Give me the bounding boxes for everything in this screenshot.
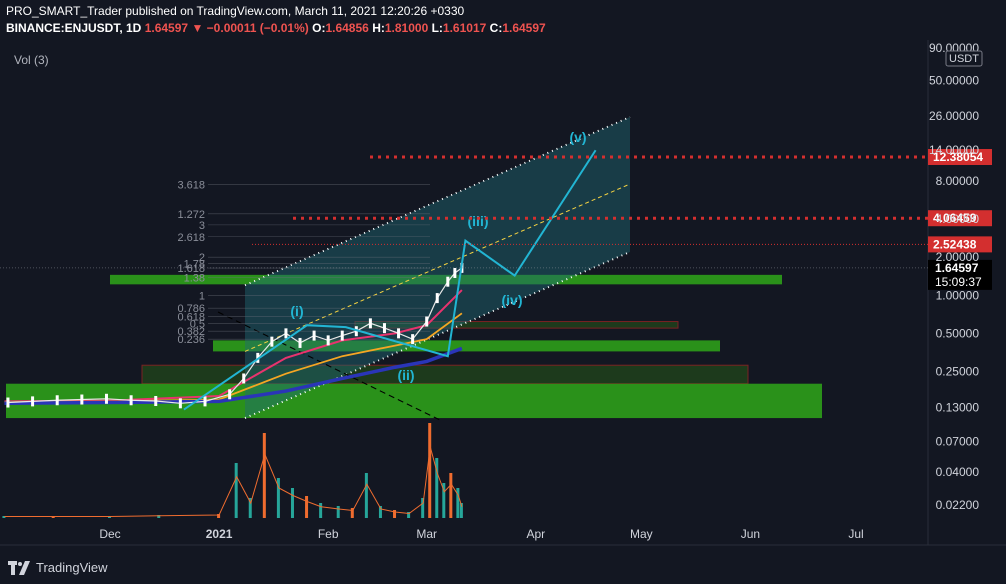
change-arrow-icon: ▼ <box>191 21 204 35</box>
candle <box>129 395 133 406</box>
y-tick-label: 0.13000 <box>936 400 980 414</box>
volume-bar <box>336 506 340 518</box>
candle <box>411 334 415 345</box>
candle <box>203 396 207 407</box>
fib-label: 0.236 <box>177 334 205 346</box>
symbol[interactable]: BINANCE:ENJUSDT, 1D <box>6 21 141 35</box>
symbol-line: BINANCE:ENJUSDT, 1D 1.64597 ▼ −0.00011 (… <box>6 20 546 37</box>
fib-label: 1.38 <box>184 273 205 285</box>
wave-label: (iii) <box>468 213 489 229</box>
candle <box>326 335 330 346</box>
candle <box>55 395 59 406</box>
x-tick-label: Feb <box>318 527 339 541</box>
candle <box>340 330 344 341</box>
open-label: O: <box>312 21 326 35</box>
candle <box>284 328 288 339</box>
y-tick-label: 0.07000 <box>936 434 980 448</box>
fib-label: 3.618 <box>177 180 205 192</box>
high-value: 1.81000 <box>384 21 429 35</box>
x-axis[interactable]: Dec 2021 Feb Mar Apr May Jun Jul <box>99 527 863 541</box>
low-label: L: <box>431 21 443 35</box>
close-value: 1.64597 <box>502 21 546 35</box>
wave-label: (iv) <box>502 292 523 308</box>
candle <box>104 393 108 404</box>
volume-indicator-label[interactable]: Vol (3) <box>14 53 49 67</box>
currency-badge: USDT <box>949 53 979 65</box>
low-value: 1.61017 <box>442 21 487 35</box>
fib-label: 2.618 <box>177 232 205 244</box>
y-tick-label: 0.02200 <box>936 498 980 512</box>
chart-canvas: 3.6181.27232.61821.781.6181.3810.7860.61… <box>0 40 1006 546</box>
zone-lower-dark <box>141 364 749 385</box>
candle <box>31 396 35 407</box>
volume-bar <box>262 433 266 518</box>
y-tick-label: 14.00000 <box>929 143 979 157</box>
x-tick-label: Dec <box>99 527 120 541</box>
open-value: 1.64856 <box>325 21 369 35</box>
volume-bar <box>290 488 294 518</box>
x-tick-label: May <box>630 527 653 541</box>
candle <box>397 328 401 339</box>
wave-label: (v) <box>569 129 586 145</box>
candle <box>382 323 386 334</box>
wave-label: (ii) <box>397 367 414 383</box>
volume-bar <box>364 473 368 518</box>
x-tick-label: Jun <box>741 527 760 541</box>
candle <box>312 330 316 341</box>
tradingview-logo-icon <box>8 560 30 575</box>
candle <box>435 293 439 304</box>
volume-bar <box>305 496 309 518</box>
volume-layer <box>2 423 463 518</box>
y-tick-label: 4.00000 <box>936 212 980 226</box>
wave-label: (i) <box>290 303 303 319</box>
candle <box>368 318 372 329</box>
y-tick-label: 0.50000 <box>936 326 980 340</box>
candle <box>80 394 84 405</box>
y-tick-label: 0.25000 <box>936 364 980 378</box>
volume-bar <box>428 423 432 518</box>
brand-name: TradingView <box>36 560 108 575</box>
price-change: −0.00011 (−0.01%) <box>206 21 309 35</box>
candle <box>453 267 457 278</box>
x-tick-label: Apr <box>526 527 545 541</box>
last-price: 1.64597 <box>144 21 189 35</box>
candle <box>298 337 302 348</box>
y-tick-label: 2.00000 <box>936 250 980 264</box>
x-tick-label: Mar <box>416 527 437 541</box>
candle <box>446 276 450 287</box>
fib-label: 1 <box>199 290 205 302</box>
high-label: H: <box>372 21 385 35</box>
y-tick-label: 1.00000 <box>936 288 980 302</box>
publisher-line: PRO_SMART_Trader published on TradingVie… <box>6 4 465 18</box>
candle <box>154 396 158 407</box>
y-tick-label: 8.00000 <box>936 174 980 188</box>
close-label: C: <box>489 21 503 35</box>
volume-bar <box>449 473 453 518</box>
brand-logo[interactable]: TradingView <box>8 560 108 575</box>
volume-bar <box>234 463 238 518</box>
bar-countdown: 15:09:37 <box>935 275 982 289</box>
candle <box>270 336 274 347</box>
chart-header: PRO_SMART_Trader published on TradingVie… <box>6 3 546 37</box>
fib-label: 3 <box>199 220 205 232</box>
volume-bar <box>319 503 323 518</box>
candle <box>242 373 246 384</box>
y-tick-label: 26.00000 <box>929 109 979 123</box>
candle <box>425 316 429 327</box>
x-tick-label: 2021 <box>206 527 233 541</box>
candle <box>6 397 10 408</box>
volume-ma-line <box>4 446 463 517</box>
x-tick-label: Jul <box>848 527 863 541</box>
candle <box>178 398 182 409</box>
candle <box>228 389 232 400</box>
y-tick-label: 0.04000 <box>936 465 980 479</box>
y-tick-label: 50.00000 <box>929 73 979 87</box>
